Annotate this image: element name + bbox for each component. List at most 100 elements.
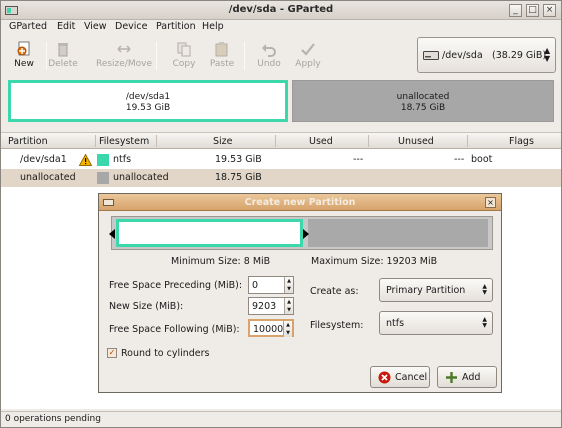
free-preceding-label: Free Space Preceding (MiB): <box>109 280 243 291</box>
filesystem-select[interactable]: ntfs ▲ ▼ <box>379 311 493 335</box>
filesystem-color-swatch <box>97 172 109 184</box>
device-name: /dev/sda <box>442 50 483 61</box>
cancel-icon <box>378 371 391 384</box>
create-as-label: Create as: <box>310 286 359 297</box>
col-used[interactable]: Used <box>309 136 333 147</box>
toolbar-separator <box>244 42 245 70</box>
undo-icon <box>262 44 276 57</box>
remaining-free-region <box>308 219 488 247</box>
left-resize-handle[interactable] <box>109 229 115 239</box>
stepper-arrows-icon[interactable]: ▲ ▼ <box>284 298 293 314</box>
menu-view[interactable]: View <box>84 21 107 32</box>
new-size-label: New Size (MiB): <box>109 301 184 312</box>
dialog-title-bar[interactable]: Create new Partition × <box>99 194 501 211</box>
title-bar[interactable]: /dev/sda - GParted _ □ × <box>1 1 561 20</box>
col-filesystem[interactable]: Filesystem <box>99 136 149 147</box>
diskmap-partition-sda1[interactable]: /dev/sda1 19.53 GiB <box>8 80 288 122</box>
cancel-label: Cancel <box>395 372 428 383</box>
partition-size-slider[interactable] <box>109 216 493 250</box>
filesystem-value: ntfs <box>386 318 405 329</box>
warning-icon <box>79 154 92 166</box>
paste-label: Paste <box>209 59 235 69</box>
col-size[interactable]: Size <box>213 136 233 147</box>
toolbar-separator <box>156 42 157 70</box>
delete-button[interactable]: Delete <box>41 38 85 74</box>
diskmap-part-size: 19.53 GiB <box>125 103 171 113</box>
maximize-button[interactable]: □ <box>526 4 539 17</box>
resize-move-button[interactable]: Resize/Move <box>95 38 153 74</box>
paste-icon <box>215 42 228 57</box>
cancel-button[interactable]: Cancel <box>370 366 430 388</box>
col-unused[interactable]: Unused <box>398 136 434 147</box>
delete-label: Delete <box>48 59 78 69</box>
stepper-arrows-icon[interactable]: ▲ ▼ <box>283 321 292 337</box>
close-button[interactable]: × <box>543 4 556 17</box>
apply-label: Apply <box>295 59 321 69</box>
device-selector[interactable]: /dev/sda (38.29 GiB) ▲ ▼ <box>417 37 556 73</box>
status-text: 0 operations pending <box>5 414 101 424</box>
combo-arrows-icon: ▲ ▼ <box>482 316 487 329</box>
right-resize-handle[interactable] <box>303 229 309 239</box>
diskmap-unal-name: unallocated <box>396 92 450 102</box>
new-button[interactable]: New <box>2 38 46 74</box>
copy-icon <box>177 42 191 57</box>
apply-icon <box>301 43 315 56</box>
add-button[interactable]: Add <box>437 366 497 388</box>
new-size-stepper[interactable]: 9203 ▲ ▼ <box>248 297 294 315</box>
combo-arrows-icon: ▲ ▼ <box>482 283 487 296</box>
harddisk-icon <box>423 51 439 60</box>
dialog-close-button[interactable]: × <box>485 197 496 208</box>
add-label: Add <box>462 372 481 383</box>
delete-icon <box>58 43 68 57</box>
cell-used: --- <box>353 154 364 165</box>
partition-table-header: Partition Filesystem Size Used Unused Fl… <box>1 132 561 149</box>
menu-help[interactable]: Help <box>202 21 224 32</box>
paste-button[interactable]: Paste <box>200 38 244 74</box>
free-following-stepper[interactable]: 10000 ▲ ▼ <box>248 319 294 337</box>
cell-size: 19.53 GiB <box>215 154 262 165</box>
add-icon <box>446 372 457 383</box>
device-size: (38.29 GiB) <box>492 50 547 61</box>
menu-edit[interactable]: Edit <box>57 21 75 32</box>
cell-size: 18.75 GiB <box>215 172 262 183</box>
create-as-select[interactable]: Primary Partition ▲ ▼ <box>379 278 493 302</box>
cell-partition: unallocated <box>20 172 76 183</box>
col-partition[interactable]: Partition <box>8 136 48 147</box>
col-flags[interactable]: Flags <box>509 136 534 147</box>
table-row[interactable]: unallocated unallocated 18.75 GiB <box>1 169 561 187</box>
create-as-value: Primary Partition <box>386 285 466 296</box>
free-following-label: Free Space Following (MiB): <box>109 324 240 335</box>
status-bar: 0 operations pending <box>1 411 561 427</box>
undo-button[interactable]: Undo <box>247 38 291 74</box>
diskmap-part-name: /dev/sda1 <box>125 92 171 102</box>
resize-icon <box>117 45 131 53</box>
create-partition-dialog: Create new Partition × Minimum Size: 8 M… <box>98 193 502 393</box>
maximum-size-label: Maximum Size: 19203 MiB <box>311 256 438 267</box>
free-preceding-stepper[interactable]: 0 ▲ ▼ <box>248 276 294 294</box>
new-size-value: 9203 <box>252 301 277 312</box>
minimize-button[interactable]: _ <box>509 4 522 17</box>
free-preceding-value: 0 <box>252 280 259 291</box>
diskmap-unallocated[interactable]: unallocated 18.75 GiB <box>292 80 554 122</box>
menu-gparted[interactable]: GParted <box>9 21 47 32</box>
window-title: /dev/sda - GParted <box>228 4 334 15</box>
free-following-value: 10000 <box>253 324 284 335</box>
filesystem-label: Filesystem: <box>310 320 364 331</box>
stepper-arrows-icon[interactable]: ▲ ▼ <box>284 277 293 293</box>
diskmap-unal-size: 18.75 GiB <box>400 103 446 113</box>
table-row[interactable]: /dev/sda1 ntfs 19.53 GiB --- --- boot <box>1 151 561 169</box>
disk-map: /dev/sda1 19.53 GiB unallocated 18.75 Gi… <box>6 78 556 124</box>
new-icon <box>17 41 30 56</box>
round-to-cylinders-checkbox[interactable]: ✓ <box>107 348 117 358</box>
menu-device[interactable]: Device <box>115 21 148 32</box>
cell-filesystem: ntfs <box>113 154 132 165</box>
dialog-title: Create new Partition <box>244 197 356 208</box>
menu-partition[interactable]: Partition <box>156 21 196 32</box>
resize-move-label: Resize/Move <box>95 59 152 69</box>
new-partition-region[interactable] <box>116 219 303 247</box>
apply-button[interactable]: Apply <box>286 38 330 74</box>
menu-bar: GParted Edit View Device Partition Help <box>1 20 561 36</box>
filesystem-color-swatch <box>97 154 109 166</box>
round-to-cylinders-label[interactable]: Round to cylinders <box>121 348 210 359</box>
minimum-size-label: Minimum Size: 8 MiB <box>171 256 271 267</box>
